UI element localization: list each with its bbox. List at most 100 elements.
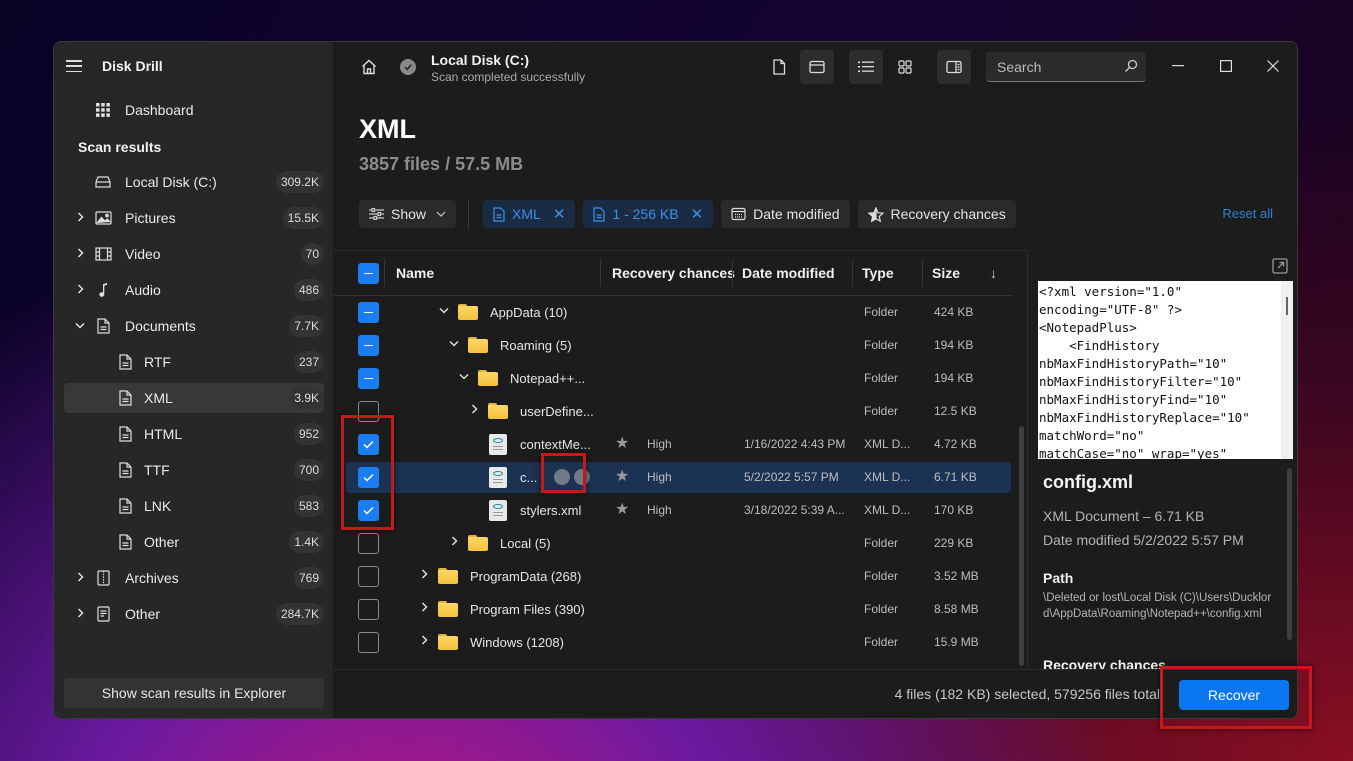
chevron-right-icon[interactable] (418, 569, 430, 583)
table-row[interactable]: userDefine... Folder 12.5 KB (334, 396, 1011, 427)
sort-descending-icon[interactable]: ↓ (990, 251, 997, 296)
row-checkbox[interactable] (358, 302, 379, 323)
filter-chip-xml[interactable]: XML ✕ (483, 200, 576, 228)
file-path: \Deleted or lost\Local Disk (C)\Users\Du… (1043, 592, 1272, 620)
sidebar-item-local-disk-c[interactable]: Local Disk (C:) 309.2K (64, 167, 324, 197)
row-checkbox[interactable] (358, 533, 379, 554)
code-line: <NotepadPlus> (1039, 320, 1137, 335)
table-scrollbar[interactable] (1019, 426, 1024, 666)
chevron-right-icon[interactable] (468, 404, 480, 418)
folders-view-button[interactable] (800, 50, 834, 84)
table-row[interactable]: Local (5) Folder 229 KB (334, 528, 1011, 559)
row-checkbox[interactable] (358, 599, 379, 620)
sidebar-item-lnk[interactable]: LNK 583 (64, 491, 324, 521)
minimize-icon (1172, 65, 1184, 67)
sidebar-item-archives[interactable]: Archives 769 (64, 563, 324, 593)
column-header-date[interactable]: Date modified (742, 251, 835, 296)
reset-all-link[interactable]: Reset all (1222, 206, 1273, 221)
column-divider (600, 259, 601, 287)
show-in-folder-icon[interactable] (574, 469, 590, 485)
row-checkbox[interactable] (358, 500, 379, 521)
list-view-button[interactable] (849, 50, 883, 84)
file-name: stylers.xml (520, 503, 582, 518)
sidebar-item-html[interactable]: HTML 952 (64, 419, 324, 449)
column-header-size[interactable]: Size (932, 251, 960, 296)
column-header-type[interactable]: Type (862, 251, 894, 296)
search-input[interactable] (997, 58, 1117, 75)
remove-filter-icon[interactable]: ✕ (691, 205, 704, 223)
sidebar-item-documents[interactable]: Documents 7.7K (64, 311, 324, 341)
preview-scrollbar[interactable] (1281, 281, 1293, 459)
sidebar-item-other[interactable]: Other 1.4K (64, 527, 324, 557)
row-checkbox[interactable] (358, 632, 379, 653)
sidebar-item-pictures[interactable]: Pictures 15.5K (64, 203, 324, 233)
search-field[interactable] (986, 52, 1146, 82)
code-line: <?xml version="1.0" (1039, 284, 1182, 299)
table-row[interactable]: c... ★ High 5/2/2022 5:57 PM XML D... 6.71 KB (346, 462, 1011, 493)
code-line: matchWord="no" (1039, 428, 1145, 443)
table-row[interactable]: Windows (1208) Folder 15.9 MB (334, 627, 1011, 658)
hamburger-menu-icon[interactable] (66, 60, 82, 72)
home-icon[interactable] (360, 58, 378, 76)
table-row[interactable]: Notepad++... Folder 194 KB (334, 363, 1011, 394)
table-row[interactable]: stylers.xml ★ High 3/18/2022 5:39 A... XML D… (334, 495, 1011, 526)
chevron-right-icon[interactable] (418, 635, 430, 649)
table-row[interactable]: AppData (10) Folder 424 KB (334, 297, 1011, 328)
sidebar-item-ttf[interactable]: TTF 700 (64, 455, 324, 485)
row-checkbox[interactable] (358, 566, 379, 587)
sidebar-item-other[interactable]: Other 284.7K (64, 599, 324, 629)
row-checkbox[interactable] (358, 335, 379, 356)
sidebar-item-rtf[interactable]: RTF 237 (64, 347, 324, 377)
show-dropdown[interactable]: Show (359, 200, 457, 228)
chevron-right-icon[interactable] (74, 571, 86, 585)
xml-preview: <?xml version="1.0" encoding="UTF-8" ?> <N… (1038, 281, 1293, 459)
date-modified-filter[interactable]: Date modified (721, 200, 850, 228)
table-row[interactable]: Roaming (5) Folder 194 KB (334, 330, 1011, 361)
recovery-chances-label: Recovery chances (890, 206, 1006, 222)
file-type: Folder (864, 338, 899, 352)
table-row[interactable]: Program Files (390) Folder 8.58 MB (334, 594, 1011, 625)
details-scrollbar[interactable] (1287, 468, 1292, 640)
table-row[interactable]: ProgramData (268) Folder 3.52 MB (334, 561, 1011, 592)
chevron-right-icon[interactable] (74, 247, 86, 261)
file-name: Windows (1208) (470, 635, 564, 650)
sidebar-item-label: XML (144, 390, 173, 406)
close-window-button[interactable] (1261, 56, 1285, 76)
close-icon (1267, 60, 1279, 72)
row-checkbox[interactable] (358, 467, 379, 488)
chevron-right-icon[interactable] (74, 607, 86, 621)
chevron-down-icon[interactable] (448, 338, 460, 352)
grid-view-button[interactable] (888, 50, 922, 84)
chevron-right-icon[interactable] (418, 602, 430, 616)
toggle-preview-pane-button[interactable] (937, 50, 971, 84)
remove-filter-icon[interactable]: ✕ (553, 205, 566, 223)
sidebar-item-label: Archives (125, 570, 179, 586)
sidebar-item-audio[interactable]: Audio 486 (64, 275, 324, 305)
select-all-checkbox[interactable] (358, 263, 379, 284)
minimize-button[interactable] (1166, 56, 1190, 76)
preview-eye-icon[interactable] (554, 469, 570, 485)
chevron-right-icon[interactable] (448, 536, 460, 550)
chevron-right-icon[interactable] (74, 283, 86, 297)
chevron-down-icon[interactable] (458, 371, 470, 385)
table-row[interactable]: contextMe... ★ High 1/16/2022 4:43 PM XML D.… (334, 429, 1011, 460)
chevron-down-icon[interactable] (74, 320, 86, 332)
filter-chip-size[interactable]: 1 - 256 KB ✕ (583, 200, 714, 228)
chevron-right-icon[interactable] (74, 211, 86, 225)
recover-button[interactable]: Recover (1179, 680, 1289, 710)
sidebar-item-dashboard[interactable]: Dashboard (64, 95, 324, 125)
search-icon[interactable] (1124, 59, 1138, 76)
open-external-icon[interactable] (1272, 258, 1288, 279)
row-checkbox[interactable] (358, 401, 379, 422)
chevron-down-icon[interactable] (438, 305, 450, 319)
maximize-button[interactable] (1214, 56, 1238, 76)
row-checkbox[interactable] (358, 434, 379, 455)
column-header-name[interactable]: Name (396, 251, 434, 296)
row-checkbox[interactable] (358, 368, 379, 389)
show-in-explorer-button[interactable]: Show scan results in Explorer (64, 678, 324, 708)
sidebar-item-video[interactable]: Video 70 (64, 239, 324, 269)
recovery-chances-filter[interactable]: Recovery chances (857, 200, 1016, 228)
column-header-recovery[interactable]: Recovery chances (612, 251, 735, 296)
sidebar-item-xml[interactable]: XML 3.9K (64, 383, 324, 413)
files-view-button[interactable] (762, 50, 796, 84)
